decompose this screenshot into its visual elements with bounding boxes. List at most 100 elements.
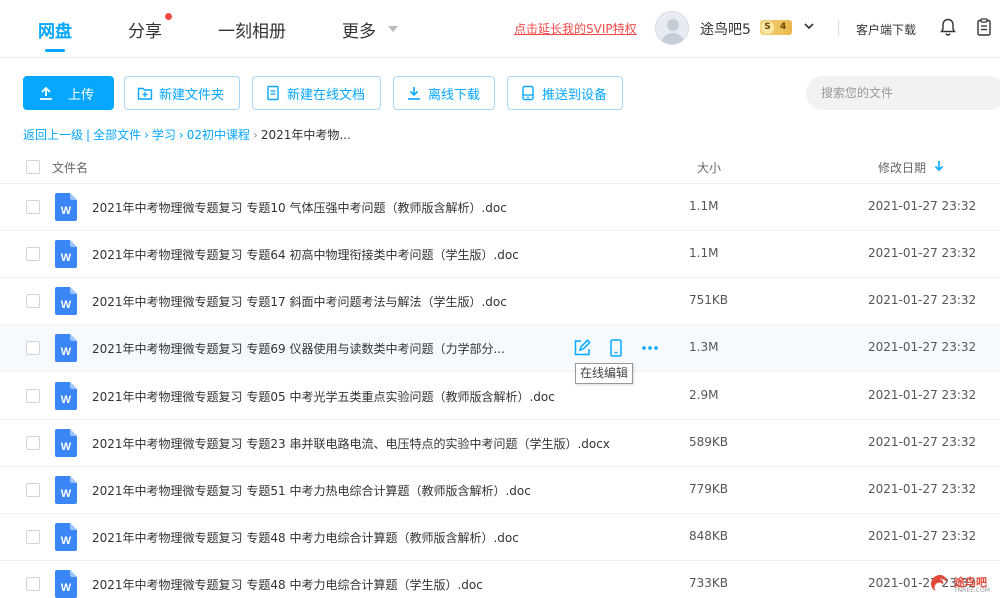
client-download-link[interactable]: 客户端下载: [856, 21, 916, 38]
file-modified-date: 2021-01-27 23:32: [868, 340, 977, 354]
table-row[interactable]: W 2021年中考物理微专题复习 专题48 中考力电综合计算题（教师版含解析）.d…: [0, 514, 1000, 561]
svg-text:W: W: [61, 394, 72, 406]
row-checkbox[interactable]: [26, 577, 40, 591]
username[interactable]: 途鸟吧5: [700, 19, 751, 39]
row-checkbox[interactable]: [26, 341, 40, 355]
breadcrumb-item-all-files[interactable]: 全部文件: [93, 128, 141, 142]
active-tab-indicator: [45, 49, 65, 52]
file-name[interactable]: 2021年中考物理微专题复习 专题05 中考光学五类重点实验问题（教师版含解析）…: [92, 388, 555, 405]
file-size: 1.1M: [689, 199, 719, 213]
breadcrumb-divider: |: [86, 128, 91, 142]
file-modified-date: 2021-01-27 23:32: [868, 246, 977, 260]
breadcrumb-item-study[interactable]: 学习: [152, 128, 176, 142]
file-name[interactable]: 2021年中考物理微专题复习 专题48 中考力电综合计算题（教师版含解析）.do…: [92, 529, 519, 546]
breadcrumb-chevron-icon: ›: [178, 128, 184, 142]
bell-icon[interactable]: [938, 17, 958, 37]
chevron-down-icon[interactable]: [388, 26, 398, 32]
row-checkbox[interactable]: [26, 294, 40, 308]
top-nav-bar: 网盘 分享 一刻相册 更多 点击延长我的SVIP特权 途鸟吧5 S 4 客户端下…: [0, 0, 1000, 58]
push-to-phone-icon[interactable]: [606, 338, 626, 358]
row-actions: [572, 338, 662, 358]
badge-letter: S: [761, 21, 774, 34]
more-icon[interactable]: [640, 338, 660, 358]
table-row[interactable]: W 2021年中考物理微专题复习 专题10 气体压强中考问题（教师版含解析）.do…: [0, 185, 1000, 231]
upload-icon: [40, 86, 52, 100]
svg-text:W: W: [61, 535, 72, 547]
row-checkbox[interactable]: [26, 389, 40, 403]
word-doc-icon: W: [55, 287, 77, 315]
row-checkbox[interactable]: [26, 483, 40, 497]
breadcrumb-item-course[interactable]: 02初中课程: [187, 128, 250, 142]
svip-renew-link[interactable]: 点击延长我的SVIP特权: [514, 20, 637, 37]
watermark-subtext: TNREE.COM: [954, 587, 990, 594]
file-name[interactable]: 2021年中考物理微专题复习 专题64 初高中物理衔接类中考问题（学生版）.do…: [92, 246, 519, 263]
table-row[interactable]: W 2021年中考物理微专题复习 专题05 中考光学五类重点实验问题（教师版含解析…: [0, 373, 1000, 420]
avatar[interactable]: [655, 11, 689, 45]
new-online-doc-label: 新建在线文档: [287, 87, 366, 103]
table-row[interactable]: W 2021年中考物理微专题复习 专题17 斜面中考问题考法与解法（学生版）.do…: [0, 278, 1000, 325]
file-name[interactable]: 2021年中考物理微专题复习 专题48 中考力电综合计算题（学生版）.doc: [92, 576, 483, 593]
user-menu-chevron-icon[interactable]: [804, 21, 814, 31]
nav-tab-more[interactable]: 更多: [342, 17, 376, 42]
file-modified-date: 2021-01-27 23:32: [868, 482, 977, 496]
push-to-device-label: 推送到设备: [542, 87, 608, 103]
search-input[interactable]: [806, 76, 1000, 110]
file-table-header: 文件名 大小 修改日期: [0, 150, 1000, 184]
new-folder-button[interactable]: 新建文件夹: [124, 76, 240, 110]
table-row[interactable]: W 2021年中考物理微专题复习 专题23 串并联电路电流、电压特点的实验中考问题…: [0, 420, 1000, 467]
row-checkbox[interactable]: [26, 530, 40, 544]
nav-tab-share[interactable]: 分享: [128, 17, 162, 42]
row-checkbox[interactable]: [26, 247, 40, 261]
new-online-doc-button[interactable]: 新建在线文档: [252, 76, 381, 110]
breadcrumb-chevron-icon: ›: [144, 128, 149, 142]
push-to-device-button[interactable]: 推送到设备: [507, 76, 623, 110]
download-icon: [408, 87, 420, 100]
file-size: 589KB: [689, 435, 729, 449]
tooltip-online-edit: 在线编辑: [575, 363, 634, 384]
notification-dot: [165, 13, 172, 20]
document-icon: [267, 85, 279, 101]
row-checkbox[interactable]: [26, 200, 40, 214]
column-header-date[interactable]: 修改日期: [878, 159, 926, 176]
file-name[interactable]: 2021年中考物理微专题复习 专题51 中考力热电综合计算题（教师版含解析）.d…: [92, 482, 531, 499]
folder-plus-icon: [137, 87, 153, 100]
word-doc-icon: W: [55, 382, 77, 410]
breadcrumb-back-link[interactable]: 返回上一级: [23, 128, 83, 142]
edit-icon[interactable]: [572, 338, 592, 358]
word-doc-icon: W: [55, 570, 77, 598]
table-row[interactable]: W 2021年中考物理微专题复习 专题51 中考力热电综合计算题（教师版含解析）.…: [0, 467, 1000, 514]
upload-label: 上传: [68, 87, 95, 103]
file-modified-date: 2021-01-27 23:32: [868, 435, 977, 449]
column-header-size[interactable]: 大小: [697, 159, 721, 176]
select-all-checkbox[interactable]: [26, 160, 40, 174]
svg-text:W: W: [61, 488, 72, 500]
svg-text:W: W: [61, 299, 72, 311]
file-size: 1.3M: [689, 340, 719, 354]
word-doc-icon: W: [55, 476, 77, 504]
table-row[interactable]: W 2021年中考物理微专题复习 专题64 初高中物理衔接类中考问题（学生版）.d…: [0, 231, 1000, 278]
nav-tab-netdisk[interactable]: 网盘: [38, 17, 72, 42]
row-checkbox[interactable]: [26, 436, 40, 450]
sort-desc-icon[interactable]: [933, 159, 945, 173]
svg-text:W: W: [61, 582, 72, 594]
table-row[interactable]: W 2021年中考物理微专题复习 专题48 中考力电综合计算题（学生版）.doc 7…: [0, 561, 1000, 598]
upload-button[interactable]: 上传: [23, 76, 114, 110]
table-row[interactable]: W 2021年中考物理微专题复习 专题69 仪器使用与读数类中考问题（力学部分..…: [0, 325, 1000, 372]
word-doc-icon: W: [55, 429, 77, 457]
file-size: 1.1M: [689, 246, 719, 260]
file-name[interactable]: 2021年中考物理微专题复习 专题17 斜面中考问题考法与解法（学生版）.doc: [92, 293, 507, 310]
word-doc-icon: W: [55, 240, 77, 268]
svg-text:W: W: [61, 205, 72, 217]
column-header-name[interactable]: 文件名: [52, 159, 88, 176]
file-size: 733KB: [689, 576, 729, 590]
breadcrumb-current: 2021年中考物...: [260, 128, 351, 142]
offline-download-button[interactable]: 离线下载: [393, 76, 495, 110]
clipboard-icon[interactable]: [974, 17, 994, 37]
svip-level-badge: S 4: [760, 20, 792, 35]
nav-tab-album[interactable]: 一刻相册: [218, 17, 286, 42]
file-size: 848KB: [689, 529, 729, 543]
file-name[interactable]: 2021年中考物理微专题复习 专题69 仪器使用与读数类中考问题（力学部分...: [92, 340, 505, 357]
file-size: 751KB: [689, 293, 729, 307]
file-name[interactable]: 2021年中考物理微专题复习 专题10 气体压强中考问题（教师版含解析）.doc: [92, 199, 507, 216]
file-name[interactable]: 2021年中考物理微专题复习 专题23 串并联电路电流、电压特点的实验中考问题（…: [92, 435, 610, 452]
